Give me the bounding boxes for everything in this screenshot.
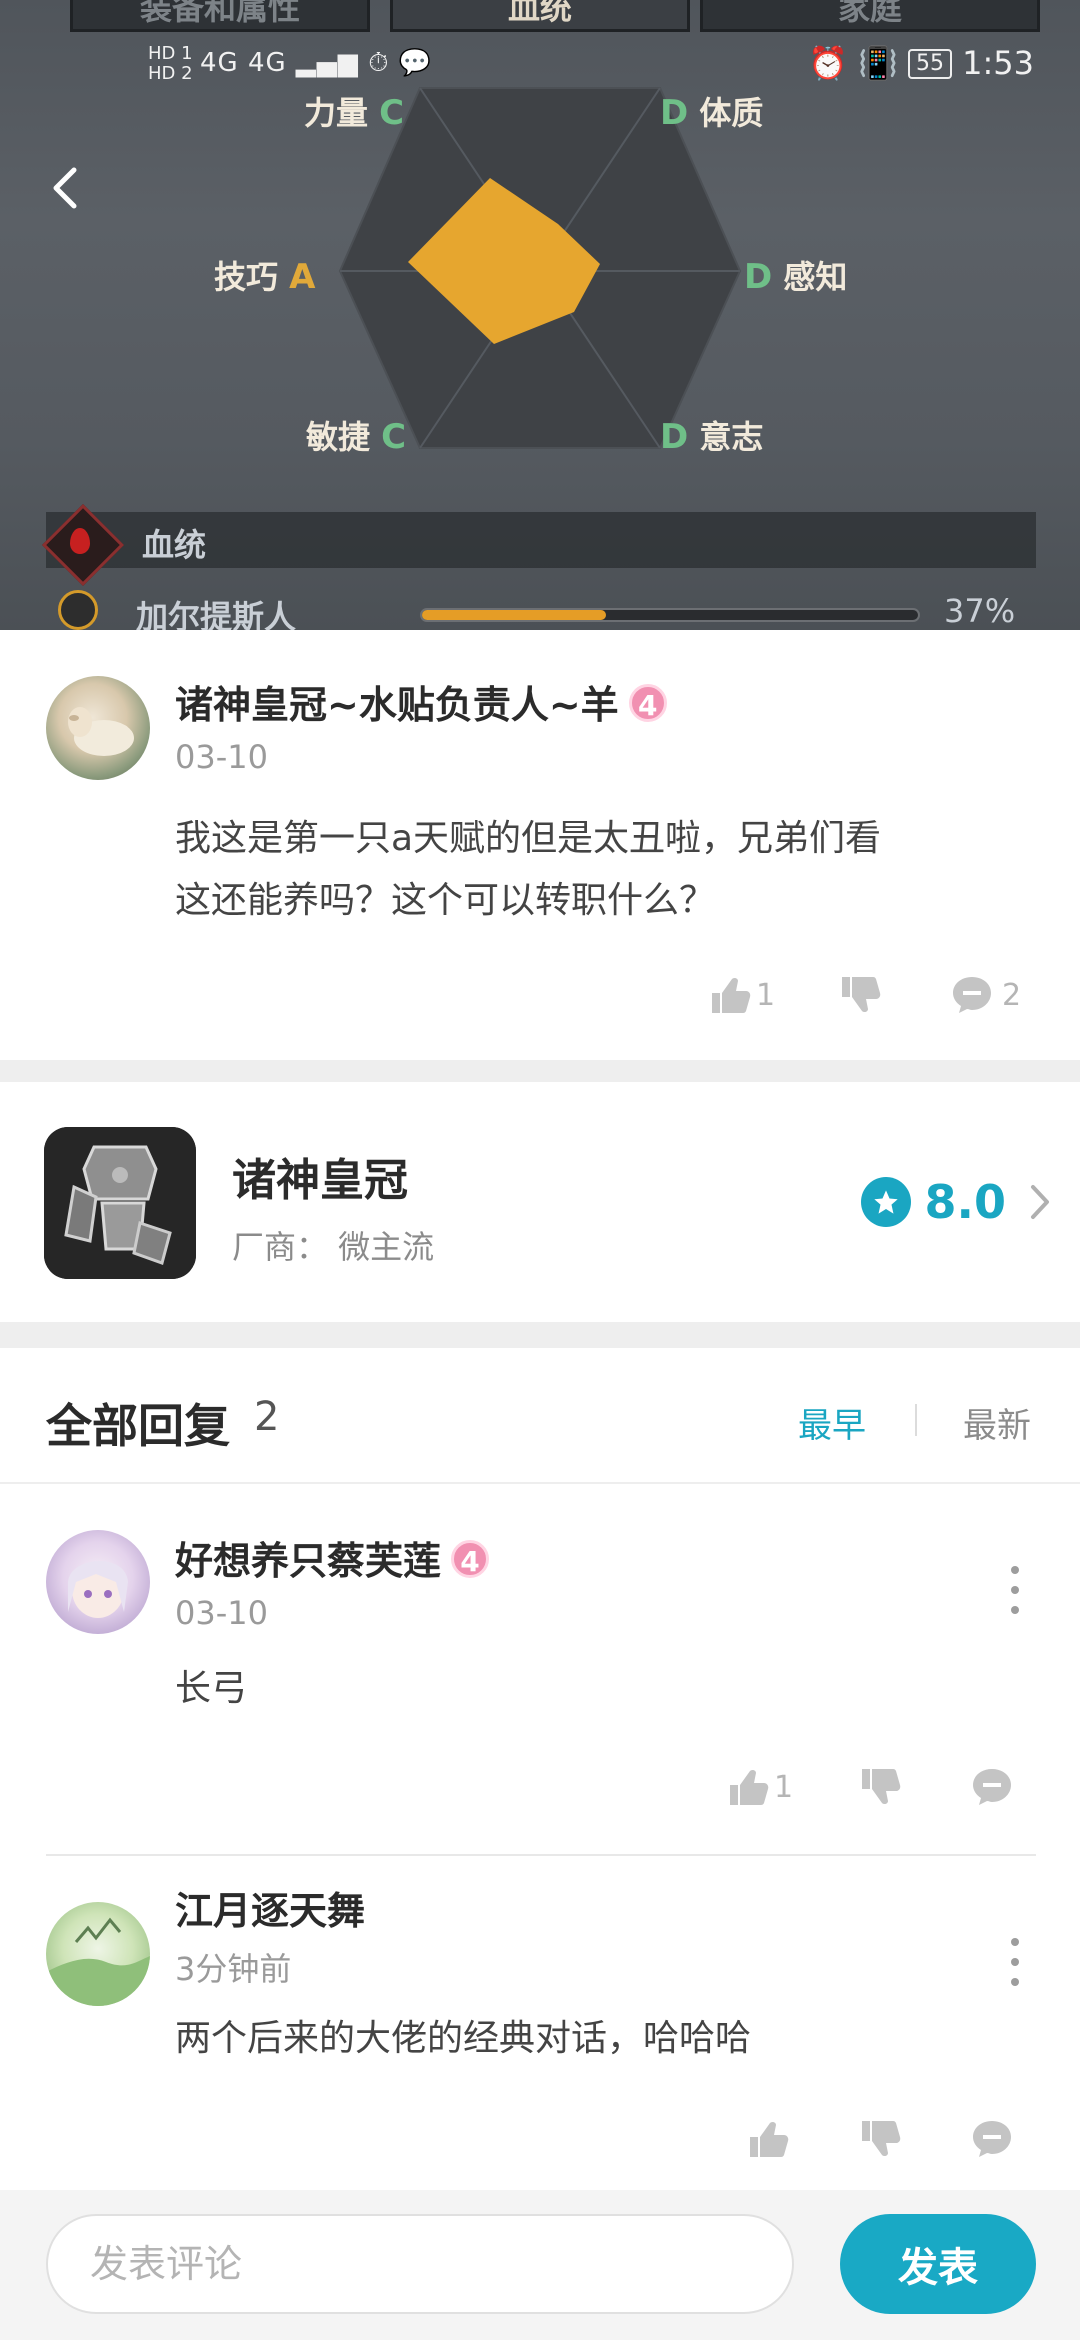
game-icon xyxy=(44,1127,196,1279)
thumbs-up-icon xyxy=(750,2121,789,2157)
constitution-grade: D xyxy=(660,93,689,133)
will-grade: D xyxy=(660,417,689,457)
game-rating[interactable]: 8.0 xyxy=(860,1172,1051,1232)
sort-divider xyxy=(915,1404,917,1436)
radar-label-will: D 意志 xyxy=(660,412,763,458)
reply-username-text: 好想养只蔡芙莲 xyxy=(175,1539,442,1583)
reply-actions xyxy=(0,2114,1080,2164)
original-post: 诸神皇冠~水贴负责人~羊 4 03-10 我这是第一只a天赋的但是太丑啦，兄弟们看… xyxy=(0,630,1080,1060)
radar-label-skill: 技巧 A xyxy=(214,252,315,298)
reply-date: 03-10 xyxy=(175,1594,268,1632)
avatar[interactable] xyxy=(46,1902,150,2006)
dislike-button[interactable] xyxy=(858,2114,902,2164)
radar-label-agility: 敏捷 C xyxy=(306,412,406,458)
like-count: 1 xyxy=(756,977,776,1013)
reply-content: 长弓 xyxy=(175,1668,248,1709)
landscape-avatar-icon xyxy=(46,1917,150,2006)
reply-date: 3分钟前 xyxy=(175,1950,292,1988)
section-divider xyxy=(0,1060,1080,1082)
radar-label-constitution: D 体质 xyxy=(660,88,763,134)
lineage-row: 加尔提斯人 37% xyxy=(46,584,1036,630)
skill-label: 技巧 xyxy=(214,258,279,296)
comment-input[interactable] xyxy=(46,2214,794,2314)
post-date: 03-10 xyxy=(175,738,268,776)
avatar[interactable] xyxy=(46,1530,150,1634)
dislike-button[interactable] xyxy=(858,1762,902,1812)
radar-label-strength: 力量 C xyxy=(304,88,404,134)
more-options-icon[interactable] xyxy=(1000,1932,1030,1992)
post-content: 我这是第一只a天赋的但是太丑啦，兄弟们看 这还能养吗？这个可以转职什么？ xyxy=(175,808,881,932)
avatar[interactable] xyxy=(46,676,150,780)
comment-bubble-icon xyxy=(973,2121,1011,2157)
lineage-emblem-icon xyxy=(58,590,98,630)
lineage-progress-fill xyxy=(422,610,606,620)
like-count: 1 xyxy=(774,1769,794,1805)
bloodline-label: 血统 xyxy=(142,526,207,564)
agility-grade: C xyxy=(381,417,407,457)
anime-girl-avatar-icon xyxy=(68,1560,128,1618)
game-card[interactable]: 诸神皇冠 厂商： 微主流 8.0 xyxy=(0,1082,1080,1322)
agility-label: 敏捷 xyxy=(306,418,371,456)
constitution-label: 体质 xyxy=(699,94,764,132)
reply-username[interactable]: 好想养只蔡芙莲 4 xyxy=(175,1530,490,1585)
thumbs-down-icon xyxy=(862,2121,901,2157)
post-actions: 1 2 xyxy=(0,970,1080,1020)
level-badge: 4 xyxy=(628,684,667,722)
chevron-right-icon xyxy=(1031,1185,1049,1219)
post-content-line1: 我这是第一只a天赋的但是太丑啦，兄弟们看 xyxy=(175,818,882,859)
thumbs-up-icon xyxy=(712,977,751,1013)
reply-item: 好想养只蔡芙莲 4 03-10 长弓 1 xyxy=(0,1484,1080,1854)
reply-actions: 1 xyxy=(0,1762,1080,1812)
skill-grade: A xyxy=(289,257,316,297)
like-button[interactable]: 1 xyxy=(708,970,775,1020)
perception-grade: D xyxy=(744,257,773,297)
level-badge: 4 xyxy=(451,1540,490,1578)
game-developer: 厂商： 微主流 xyxy=(232,1228,435,1266)
blood-drop-shape xyxy=(70,528,90,554)
lineage-progress-track xyxy=(420,608,920,622)
lineage-name: 加尔提斯人 xyxy=(136,598,297,630)
replies-header: 全部回复 2 最早 最新 xyxy=(0,1348,1080,1484)
armor-icon xyxy=(44,1127,196,1279)
thumbs-down-icon xyxy=(842,977,881,1013)
sheep-avatar-icon xyxy=(68,707,134,756)
sort-earliest-button[interactable]: 最早 xyxy=(798,1398,866,1447)
like-button[interactable] xyxy=(746,2114,790,2164)
comment-bubble-icon xyxy=(953,977,991,1013)
thumbs-up-icon xyxy=(730,1769,769,1805)
sort-newest-button[interactable]: 最新 xyxy=(963,1398,1031,1447)
comment-bar: 发表 xyxy=(0,2190,1080,2340)
post-content-line2: 这还能养吗？这个可以转职什么？ xyxy=(175,880,716,921)
replies-count: 2 xyxy=(254,1394,280,1440)
post-username-text: 诸神皇冠~水贴负责人~羊 xyxy=(175,683,619,727)
comment-button[interactable] xyxy=(970,2114,1014,2164)
comment-bubble-icon xyxy=(973,1769,1011,1805)
strength-grade: C xyxy=(379,93,405,133)
perception-label: 感知 xyxy=(783,258,848,296)
thumbs-down-icon xyxy=(862,1769,901,1805)
like-button[interactable]: 1 xyxy=(726,1762,793,1812)
post-image[interactable]: 装备和属性 血统 家庭 HD 1 HD 2 4G 4G ▂▄▆ ⏱ 💬 ⏰ 📳 … xyxy=(0,0,1080,630)
replies-title: 全部回复 xyxy=(46,1399,230,1453)
comment-button[interactable]: 2 xyxy=(950,970,1021,1020)
more-options-icon[interactable] xyxy=(1000,1560,1030,1620)
reply-username[interactable]: 江月逐天舞 xyxy=(175,1880,365,1935)
game-name: 诸神皇冠 xyxy=(232,1155,408,1206)
star-icon xyxy=(860,1177,911,1227)
dislike-button[interactable] xyxy=(838,970,882,1020)
strength-label: 力量 xyxy=(304,94,369,132)
lineage-percent: 37% xyxy=(944,592,1016,630)
comment-count: 2 xyxy=(1002,977,1022,1013)
bloodline-row: 血统 xyxy=(41,503,1036,587)
radar-label-perception: D 感知 xyxy=(744,252,847,298)
rating-value: 8.0 xyxy=(924,1175,1007,1229)
reply-content: 两个后来的大佬的经典对话，哈哈哈 xyxy=(175,2018,752,2059)
will-label: 意志 xyxy=(699,418,764,456)
submit-comment-button[interactable]: 发表 xyxy=(840,2214,1036,2314)
comment-button[interactable] xyxy=(970,1762,1014,1812)
reply-item: 江月逐天舞 3分钟前 两个后来的大佬的经典对话，哈哈哈 xyxy=(0,1856,1080,2190)
section-divider xyxy=(0,1322,1080,1348)
post-username[interactable]: 诸神皇冠~水贴负责人~羊 4 xyxy=(175,674,667,729)
